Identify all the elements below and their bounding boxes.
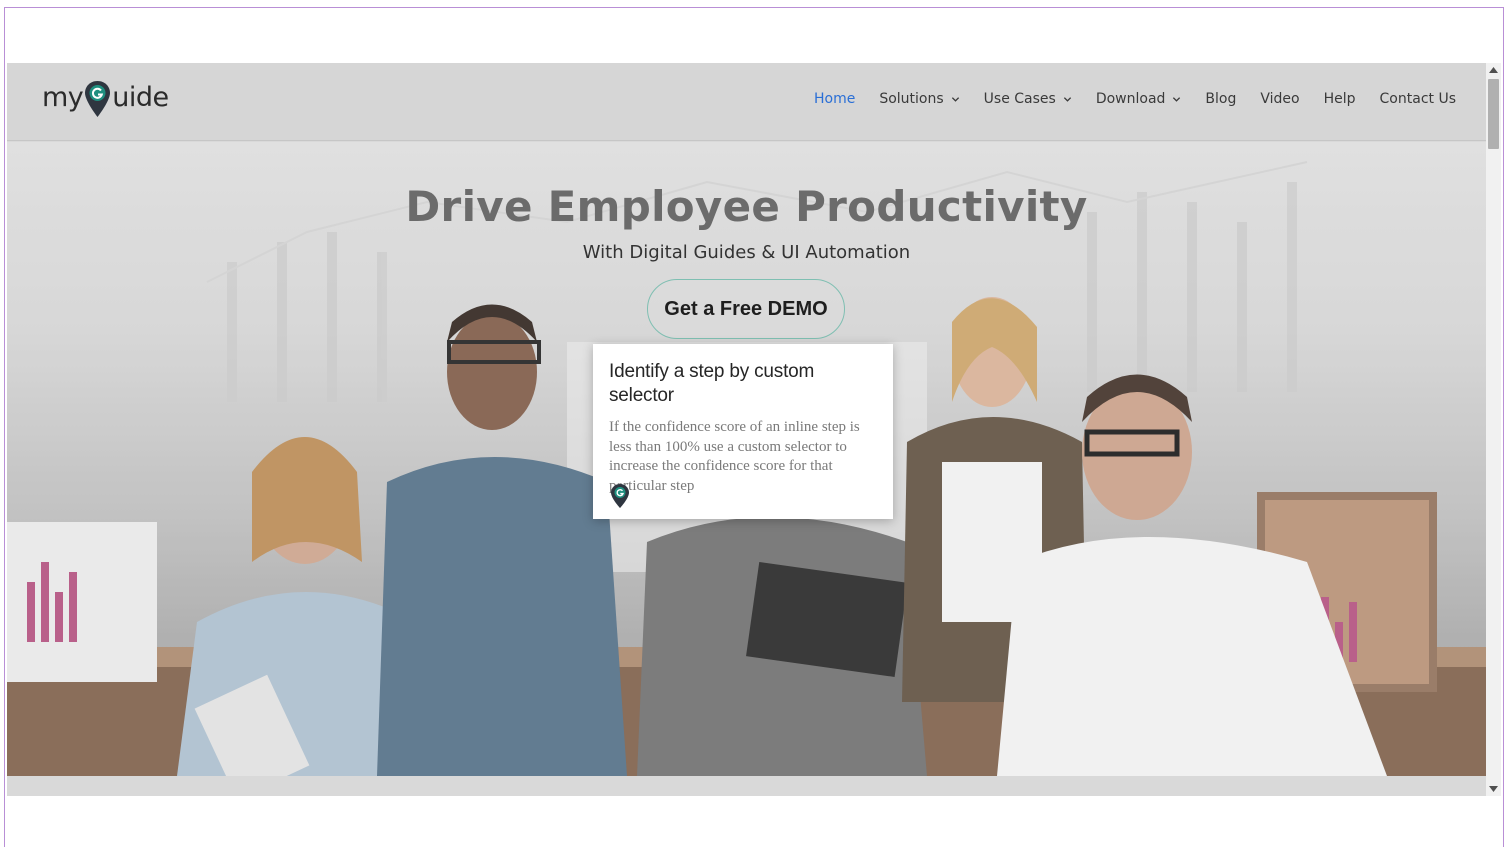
tooltip-title: Identify a step by custom selector [609,361,815,406]
site-header: my uide Home Solutions Use Cases Downloa… [7,63,1486,141]
free-demo-button[interactable]: Get a Free DEMO [647,279,845,339]
myguide-pin-icon [611,484,629,508]
nav-item-home[interactable]: Home [814,91,855,107]
nav-item-blog[interactable]: Blog [1205,91,1236,107]
logo-text-right: uide [112,82,169,113]
nav-item-solutions[interactable]: Solutions [879,91,959,107]
hero-title: Drive Employee Productivity [405,182,1088,231]
scroll-down-arrow-icon[interactable] [1489,786,1498,792]
tooltip-body: If the confidence score of an inline ste… [609,419,860,494]
scroll-up-arrow-icon[interactable] [1489,67,1498,73]
nav-item-label: Blog [1205,91,1237,107]
hero-subtitle: With Digital Guides & UI Automation [582,242,911,263]
nav-item-label: Contact Us [1379,91,1456,107]
guide-tooltip: Identify a step by custom selector If th… [593,344,893,519]
nav-item-video[interactable]: Video [1260,91,1299,107]
main-nav: Home Solutions Use Cases Download Blog V… [790,91,1456,107]
nav-item-use-cases[interactable]: Use Cases [984,91,1072,107]
chevron-down-icon [951,96,959,102]
page-scrollbar[interactable] [1486,63,1501,796]
nav-item-label: Solutions [879,91,944,107]
nav-item-label: Download [1095,91,1166,107]
nav-item-label: Home [813,91,856,107]
nav-item-download[interactable]: Download [1096,91,1182,107]
nav-item-label: Help [1323,91,1356,107]
chevron-down-icon [1063,96,1071,102]
page-bottom-strip [7,776,1486,796]
logo-text-left: my [42,82,84,113]
nav-item-label: Video [1260,91,1300,107]
chevron-down-icon [1173,96,1181,102]
map-pin-g-icon [85,81,111,117]
nav-item-label: Use Cases [983,91,1056,107]
nav-item-contact-us[interactable]: Contact Us [1380,91,1456,107]
scroll-thumb[interactable] [1488,79,1499,149]
site-logo[interactable]: my uide [42,80,169,124]
nav-item-help[interactable]: Help [1324,91,1356,107]
